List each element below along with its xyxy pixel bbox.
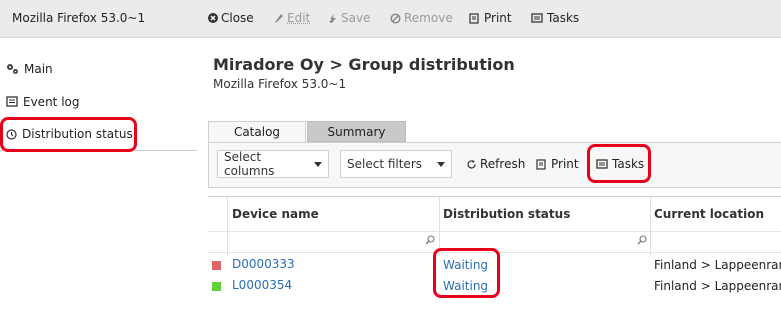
tab-catalog[interactable]: Catalog — [208, 121, 306, 142]
column-header-current-location[interactable]: Current location — [654, 197, 764, 231]
print-button[interactable]: Print — [469, 11, 512, 25]
sidebar-item-event-log[interactable]: Event log — [0, 85, 197, 118]
log-icon — [6, 96, 18, 107]
status-indicator — [212, 261, 221, 270]
page-title: Miradore Oy > Group distribution — [213, 55, 515, 74]
refresh-icon — [467, 159, 476, 168]
edit-label: Edit — [287, 11, 311, 25]
print-icon — [469, 12, 479, 24]
tasks-icon — [531, 12, 543, 23]
device-name-filter-input[interactable] — [228, 231, 439, 253]
tasks-action-button[interactable]: Tasks — [596, 157, 644, 171]
column-header-label: Distribution status — [443, 207, 571, 221]
column-header-label: Current location — [654, 207, 764, 221]
distribution-status-link[interactable]: Waiting — [443, 279, 488, 293]
column-header-distribution-status[interactable]: Distribution status — [443, 197, 570, 231]
column-header-device-name[interactable]: Device name — [232, 197, 319, 231]
device-name-link[interactable]: D0000333 — [232, 257, 295, 271]
refresh-button[interactable]: Refresh — [466, 157, 525, 171]
close-button[interactable]: Close — [208, 11, 254, 25]
refresh-label: Refresh — [480, 157, 526, 171]
tasks-icon — [596, 158, 608, 169]
sidebar-item-distribution-status[interactable]: Distribution status — [0, 118, 197, 151]
print-icon — [536, 158, 546, 170]
sidebar-item-label: Distribution status — [22, 127, 133, 141]
close-label: Close — [221, 11, 254, 25]
tasks-button[interactable]: Tasks — [531, 11, 579, 25]
column-header-label: Device name — [232, 207, 319, 221]
close-icon — [208, 13, 218, 23]
top-toolbar: Mozilla Firefox 53.0~1 Close Edit Save R… — [0, 0, 781, 38]
distribution-status-filter-input[interactable] — [440, 231, 650, 253]
gears-icon — [7, 63, 18, 74]
sidebar-item-label: Main — [24, 61, 53, 76]
print-action-button[interactable]: Print — [536, 157, 579, 171]
sidebar-item-main[interactable]: Main — [0, 52, 197, 85]
device-name-link[interactable]: L0000354 — [232, 278, 292, 292]
location-cell: Finland > Lappeenranta > — [654, 258, 781, 272]
tab-summary[interactable]: Summary — [307, 121, 406, 142]
tab-label: Summary — [327, 124, 386, 139]
print-label: Print — [551, 157, 579, 171]
window-title: Mozilla Firefox 53.0~1 — [12, 11, 146, 25]
clock-icon — [6, 128, 17, 140]
tab-label: Catalog — [233, 125, 281, 139]
save-icon — [329, 13, 336, 23]
remove-label: Remove — [404, 11, 453, 25]
select-filters-dropdown[interactable]: Select filters — [340, 150, 452, 178]
select-columns-label: Select columns — [224, 150, 275, 178]
select-columns-dropdown[interactable]: Select columns — [217, 150, 329, 178]
caret-down-icon — [437, 161, 445, 167]
print-label: Print — [484, 11, 512, 25]
search-icon — [637, 235, 647, 245]
sidebar-item-label: Event log — [23, 94, 80, 109]
current-location-filter-input[interactable] — [651, 231, 781, 253]
select-filters-label: Select filters — [347, 157, 422, 171]
caret-down-icon — [314, 161, 322, 167]
distribution-status-link[interactable]: Waiting — [443, 258, 488, 272]
tasks-label: Tasks — [547, 11, 580, 25]
location-cell: Finland > Lappeenranta > — [654, 279, 781, 293]
status-indicator — [212, 282, 221, 291]
tasks-label: Tasks — [612, 157, 645, 171]
save-label: Save — [341, 11, 371, 25]
save-button[interactable]: Save — [328, 11, 370, 25]
search-icon — [425, 235, 435, 245]
pencil-icon — [275, 13, 283, 23]
edit-button[interactable]: Edit — [274, 11, 310, 25]
remove-button[interactable]: Remove — [390, 11, 453, 25]
page-subtitle: Mozilla Firefox 53.0~1 — [213, 77, 347, 91]
remove-icon — [390, 12, 401, 24]
